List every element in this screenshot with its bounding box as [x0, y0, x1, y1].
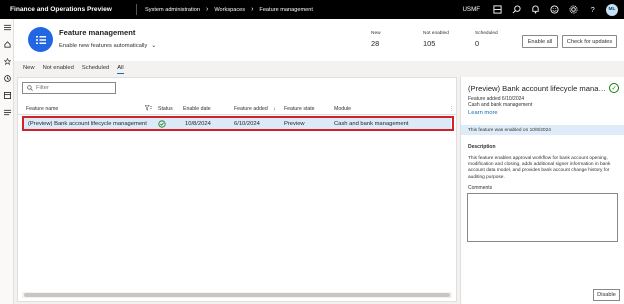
smiley-icon[interactable] [545, 0, 564, 19]
gear-icon[interactable] [564, 0, 583, 19]
dashboard-icon[interactable] [488, 0, 507, 19]
company-picker[interactable]: USMF [462, 6, 480, 13]
stat-value: 105 [423, 39, 436, 48]
dropdown-label: Enable new features automatically [59, 42, 148, 49]
chevron-right-icon: › [206, 6, 209, 13]
check-for-updates-button[interactable]: Check for updates [562, 35, 617, 48]
breadcrumb-item-feature-management[interactable]: Feature management [259, 7, 312, 13]
scrollbar-thumb[interactable] [24, 293, 450, 297]
divider [136, 4, 137, 15]
column-header-feature-added[interactable]: Feature added [234, 106, 268, 112]
learn-more-link[interactable]: Learn more [468, 110, 498, 116]
bell-icon[interactable] [526, 0, 545, 19]
column-header-status[interactable]: Status [158, 106, 173, 112]
search-icon[interactable] [507, 0, 526, 19]
workspaces-icon[interactable] [0, 87, 14, 104]
breadcrumb-item-system-administration[interactable]: System administration [145, 7, 200, 13]
left-navigation-rail [0, 19, 14, 304]
app-title[interactable]: Finance and Operations Preview [0, 6, 136, 13]
stat-label: Scheduled [475, 31, 498, 36]
tab-not-enabled[interactable]: Not enabled [43, 61, 74, 74]
avatar[interactable]: ML [606, 3, 618, 16]
breadcrumb: System administration › Workspaces › Fea… [145, 6, 313, 13]
enable-all-button[interactable]: Enable all [522, 35, 558, 48]
horizontal-scrollbar[interactable] [22, 292, 452, 298]
comments-label: Comments [468, 185, 493, 191]
disable-button[interactable]: Disable [593, 289, 620, 301]
breadcrumb-item-workspaces[interactable]: Workspaces [214, 7, 245, 13]
svg-text:?: ? [591, 5, 595, 14]
filter-tabs: New Not enabled Scheduled All [14, 61, 624, 74]
enabled-info-banner: This feature was enabled on 10/8/2024 [461, 125, 624, 135]
page-header: Feature management Enable new features a… [14, 19, 624, 61]
stat-value: 0 [475, 39, 480, 48]
column-header-feature-state[interactable]: Feature state [284, 106, 315, 112]
clock-icon[interactable] [0, 70, 14, 87]
filter-funnel-icon[interactable] [144, 104, 152, 113]
feature-details-pane: (Preview) Bank account lifecycle managem… [460, 77, 624, 304]
topbar-actions: USMF ? ML [462, 0, 618, 19]
stat-new[interactable]: New 28 [371, 31, 381, 48]
description-text: This feature enables approval workflow f… [468, 156, 611, 180]
home-icon[interactable] [0, 36, 14, 53]
tab-new[interactable]: New [23, 61, 35, 74]
comments-textarea[interactable] [467, 193, 618, 242]
top-navigation-bar: Finance and Operations Preview System ad… [0, 0, 624, 19]
feature-management-icon [28, 27, 53, 52]
stat-label: New [371, 31, 381, 36]
hamburger-menu-icon[interactable] [0, 19, 14, 36]
details-module: Cash and bank management [468, 102, 533, 108]
features-grid: Filter Feature name Status Enable date F… [17, 77, 457, 302]
details-title: (Preview) Bank account lifecycle managem… [468, 84, 608, 93]
highlight-box [22, 116, 454, 131]
description-label: Description [468, 144, 496, 150]
modules-list-icon[interactable] [0, 104, 14, 121]
tab-scheduled[interactable]: Scheduled [82, 61, 109, 74]
help-icon[interactable]: ? [583, 0, 602, 19]
column-header-enable-date[interactable]: Enable date [183, 106, 211, 112]
filter-placeholder: Filter [36, 85, 49, 91]
chevron-right-icon: › [251, 6, 254, 13]
enabled-check-icon: ✓ [609, 83, 619, 93]
search-icon [27, 85, 33, 91]
chevron-down-icon: ⌄ [151, 43, 157, 49]
star-icon[interactable] [0, 53, 14, 70]
grid-header: Feature name Status Enable date Feature … [18, 104, 456, 115]
more-options-icon[interactable]: ⋮ [449, 106, 454, 112]
stat-not-enabled[interactable]: Not enabled 105 [423, 31, 449, 48]
enable-features-automatically-dropdown[interactable]: Enable new features automatically ⌄ [59, 42, 157, 50]
tab-all[interactable]: All [117, 61, 125, 74]
sort-descending-icon[interactable]: ↓ [273, 106, 276, 112]
page-title: Feature management [59, 28, 136, 37]
column-header-module[interactable]: Module [334, 106, 351, 112]
column-header-feature-name[interactable]: Feature name [26, 106, 58, 112]
stat-scheduled[interactable]: Scheduled 0 [475, 31, 498, 48]
stat-label: Not enabled [423, 31, 449, 36]
filter-input[interactable]: Filter [22, 82, 116, 94]
stat-value: 28 [371, 39, 380, 48]
